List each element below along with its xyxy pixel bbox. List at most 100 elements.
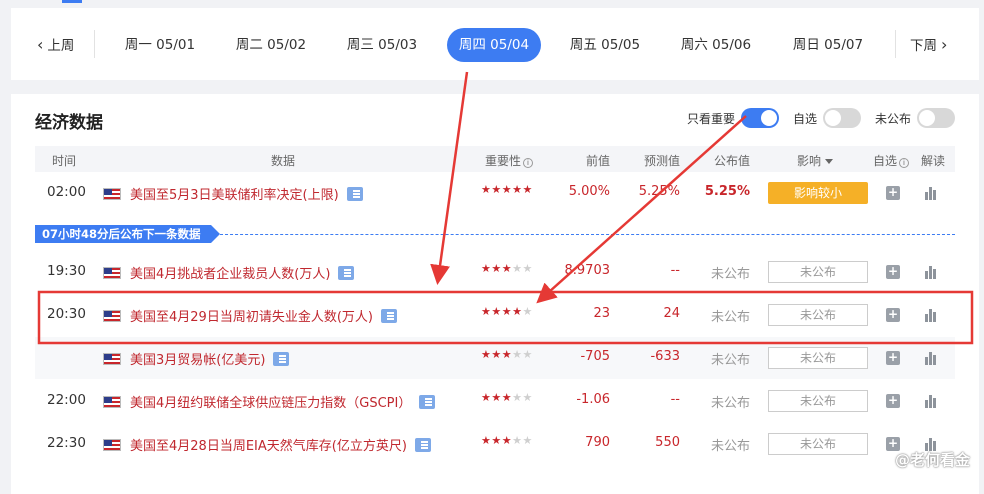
row-indicator-label: 美国3月贸易帐(亿美元)	[130, 353, 266, 368]
add-favorite-button[interactable]: +	[886, 394, 900, 408]
document-icon[interactable]	[414, 438, 431, 452]
info-icon[interactable]: i	[899, 158, 910, 168]
row-actual: 未公布	[710, 396, 750, 411]
next-week-button[interactable]: 下周 ›	[910, 27, 947, 61]
col-data: 数据	[271, 154, 296, 168]
row-indicator-name[interactable]: 美国至5月3日美联储利率决定(上限)	[130, 184, 363, 203]
table-row: 22:00 美国4月纽约联储全球供应链压力指数（GSCPI） ★★★★★ -1.06 -…	[35, 380, 955, 422]
top-tab-indicator	[62, 0, 82, 3]
important-only-toggle[interactable]	[740, 108, 779, 128]
row-actual: 未公布	[710, 310, 750, 325]
week-navigation-bar: ‹ 上周 周一 05/01 周二 05/02 周三 05/03 周四 05/04…	[11, 8, 979, 80]
row-forecast: 550	[655, 435, 680, 450]
document-icon[interactable]	[273, 352, 290, 366]
add-favorite-button[interactable]: +	[886, 308, 900, 322]
document-icon[interactable]	[380, 309, 397, 323]
row-actual: 未公布	[710, 439, 750, 454]
row-impact: 未公布	[768, 304, 868, 326]
chevron-left-icon: ‹	[37, 34, 44, 54]
row-time: 19:30	[47, 263, 86, 279]
day-tab-mon[interactable]: 周一 05/01	[113, 30, 207, 60]
bar-chart-icon[interactable]	[924, 265, 938, 279]
row-indicator-name[interactable]: 美国至4月28日当周EIA天然气库存(亿立方英尺)	[130, 435, 431, 454]
document-icon[interactable]	[419, 395, 436, 409]
filter-unpublished-label: 未公布	[874, 111, 911, 126]
row-indicator-label: 美国至5月3日美联储利率决定(上限)	[130, 188, 339, 203]
table-row: 19:30 美国4月挑战者企业裁员人数(万人) ★★★★★ 8.9703 -- 未公布 未公…	[35, 251, 955, 293]
countdown-divider	[215, 234, 955, 235]
importance-stars: ★★★★★	[481, 348, 533, 361]
next-release-countdown: 07小时48分后公布下一条数据	[35, 225, 955, 243]
table-row: 22:30 美国至4月28日当周EIA天然气库存(亿立方英尺) ★★★★★ 790 55…	[35, 423, 955, 465]
row-impact: 未公布	[768, 390, 868, 412]
row-indicator-name[interactable]: 美国4月挑战者企业裁员人数(万人)	[130, 263, 355, 282]
col-favorite: 自选 i	[873, 152, 910, 169]
panel-title: 经济数据	[35, 113, 103, 133]
row-previous: -705	[580, 349, 610, 364]
bar-chart-icon[interactable]	[924, 351, 938, 365]
document-icon[interactable]	[346, 187, 363, 201]
caret-down-icon	[825, 159, 834, 164]
info-icon[interactable]: i	[523, 158, 534, 168]
row-impact: 未公布	[768, 347, 868, 369]
row-actual: 5.25%	[704, 184, 750, 199]
countdown-tag: 07小时48分后公布下一条数据	[35, 225, 220, 243]
row-time: 22:00	[47, 392, 86, 408]
us-flag-icon	[103, 188, 121, 200]
row-impact: 未公布	[768, 433, 868, 455]
day-tab-sun[interactable]: 周日 05/07	[781, 30, 875, 60]
col-impact-label: 影响	[797, 154, 822, 168]
row-forecast: 5.25%	[638, 184, 680, 199]
day-tab-thu[interactable]: 周四 05/04	[447, 28, 541, 62]
col-previous: 前值	[586, 154, 611, 168]
unpublished-toggle[interactable]	[917, 108, 955, 128]
us-flag-icon	[103, 310, 121, 322]
divider	[94, 30, 95, 58]
row-indicator-label: 美国至4月28日当周EIA天然气库存(亿立方英尺)	[130, 439, 407, 454]
row-time: 20:30	[47, 306, 86, 322]
importance-stars: ★★★★★	[481, 262, 533, 275]
filter-unpublished: 未公布	[875, 108, 955, 128]
col-forecast: 预测值	[644, 154, 681, 168]
row-indicator-name[interactable]: 美国至4月29日当周初请失业金人数(万人)	[130, 306, 397, 325]
row-indicator-label: 美国至4月29日当周初请失业金人数(万人)	[130, 310, 373, 325]
importance-stars: ★★★★★	[481, 434, 533, 447]
prev-week-button[interactable]: ‹ 上周	[37, 27, 74, 61]
row-previous: 790	[585, 435, 610, 450]
day-tab-sat[interactable]: 周六 05/06	[669, 30, 763, 60]
row-indicator-name[interactable]: 美国3月贸易帐(亿美元)	[130, 349, 290, 368]
row-indicator-label: 美国4月纽约联储全球供应链压力指数（GSCPI）	[130, 396, 412, 411]
col-impact[interactable]: 影响	[797, 152, 834, 169]
add-favorite-button[interactable]: +	[886, 351, 900, 365]
row-previous: 23	[593, 306, 610, 321]
row-forecast: -633	[650, 349, 680, 364]
bar-chart-icon[interactable]	[924, 394, 938, 408]
row-actual: 未公布	[710, 353, 750, 368]
table-header: 时间 数据 重要性 i 前值 预测值 公布值 影响 自选 i 解读	[35, 146, 955, 172]
add-favorite-button[interactable]: +	[886, 186, 900, 200]
row-indicator-label: 美国4月挑战者企业裁员人数(万人)	[130, 267, 331, 282]
bar-chart-icon[interactable]	[924, 308, 938, 322]
row-previous: -1.06	[576, 392, 610, 407]
us-flag-icon	[103, 439, 121, 451]
importance-stars: ★★★★★	[481, 305, 533, 318]
favorites-toggle[interactable]	[822, 108, 861, 128]
filter-favorites: 自选	[793, 108, 861, 128]
row-impact: 未公布	[768, 261, 868, 283]
day-tab-wed[interactable]: 周三 05/03	[335, 30, 429, 60]
row-forecast: --	[670, 392, 680, 407]
row-impact: 影响较小	[768, 182, 868, 204]
filter-important-label: 只看重要	[686, 111, 735, 126]
table-row: 20:30 美国至4月29日当周初请失业金人数(万人) ★★★★★ 23 24 未公布 未公…	[35, 294, 955, 336]
day-tab-fri[interactable]: 周五 05/05	[558, 30, 652, 60]
economic-data-panel: 经济数据 只看重要 自选 未公布 时间 数据 重要性 i 前值 预测值 公布值 影…	[11, 94, 979, 494]
bar-chart-icon[interactable]	[924, 186, 938, 200]
row-forecast: 24	[663, 306, 680, 321]
add-favorite-button[interactable]: +	[886, 265, 900, 279]
row-time: 02:00	[47, 184, 86, 200]
document-icon[interactable]	[338, 266, 355, 280]
col-analysis: 解读	[921, 154, 946, 168]
day-tab-tue[interactable]: 周二 05/02	[224, 30, 318, 60]
row-indicator-name[interactable]: 美国4月纽约联储全球供应链压力指数（GSCPI）	[130, 392, 436, 411]
watermark: @老何看金	[894, 451, 970, 469]
